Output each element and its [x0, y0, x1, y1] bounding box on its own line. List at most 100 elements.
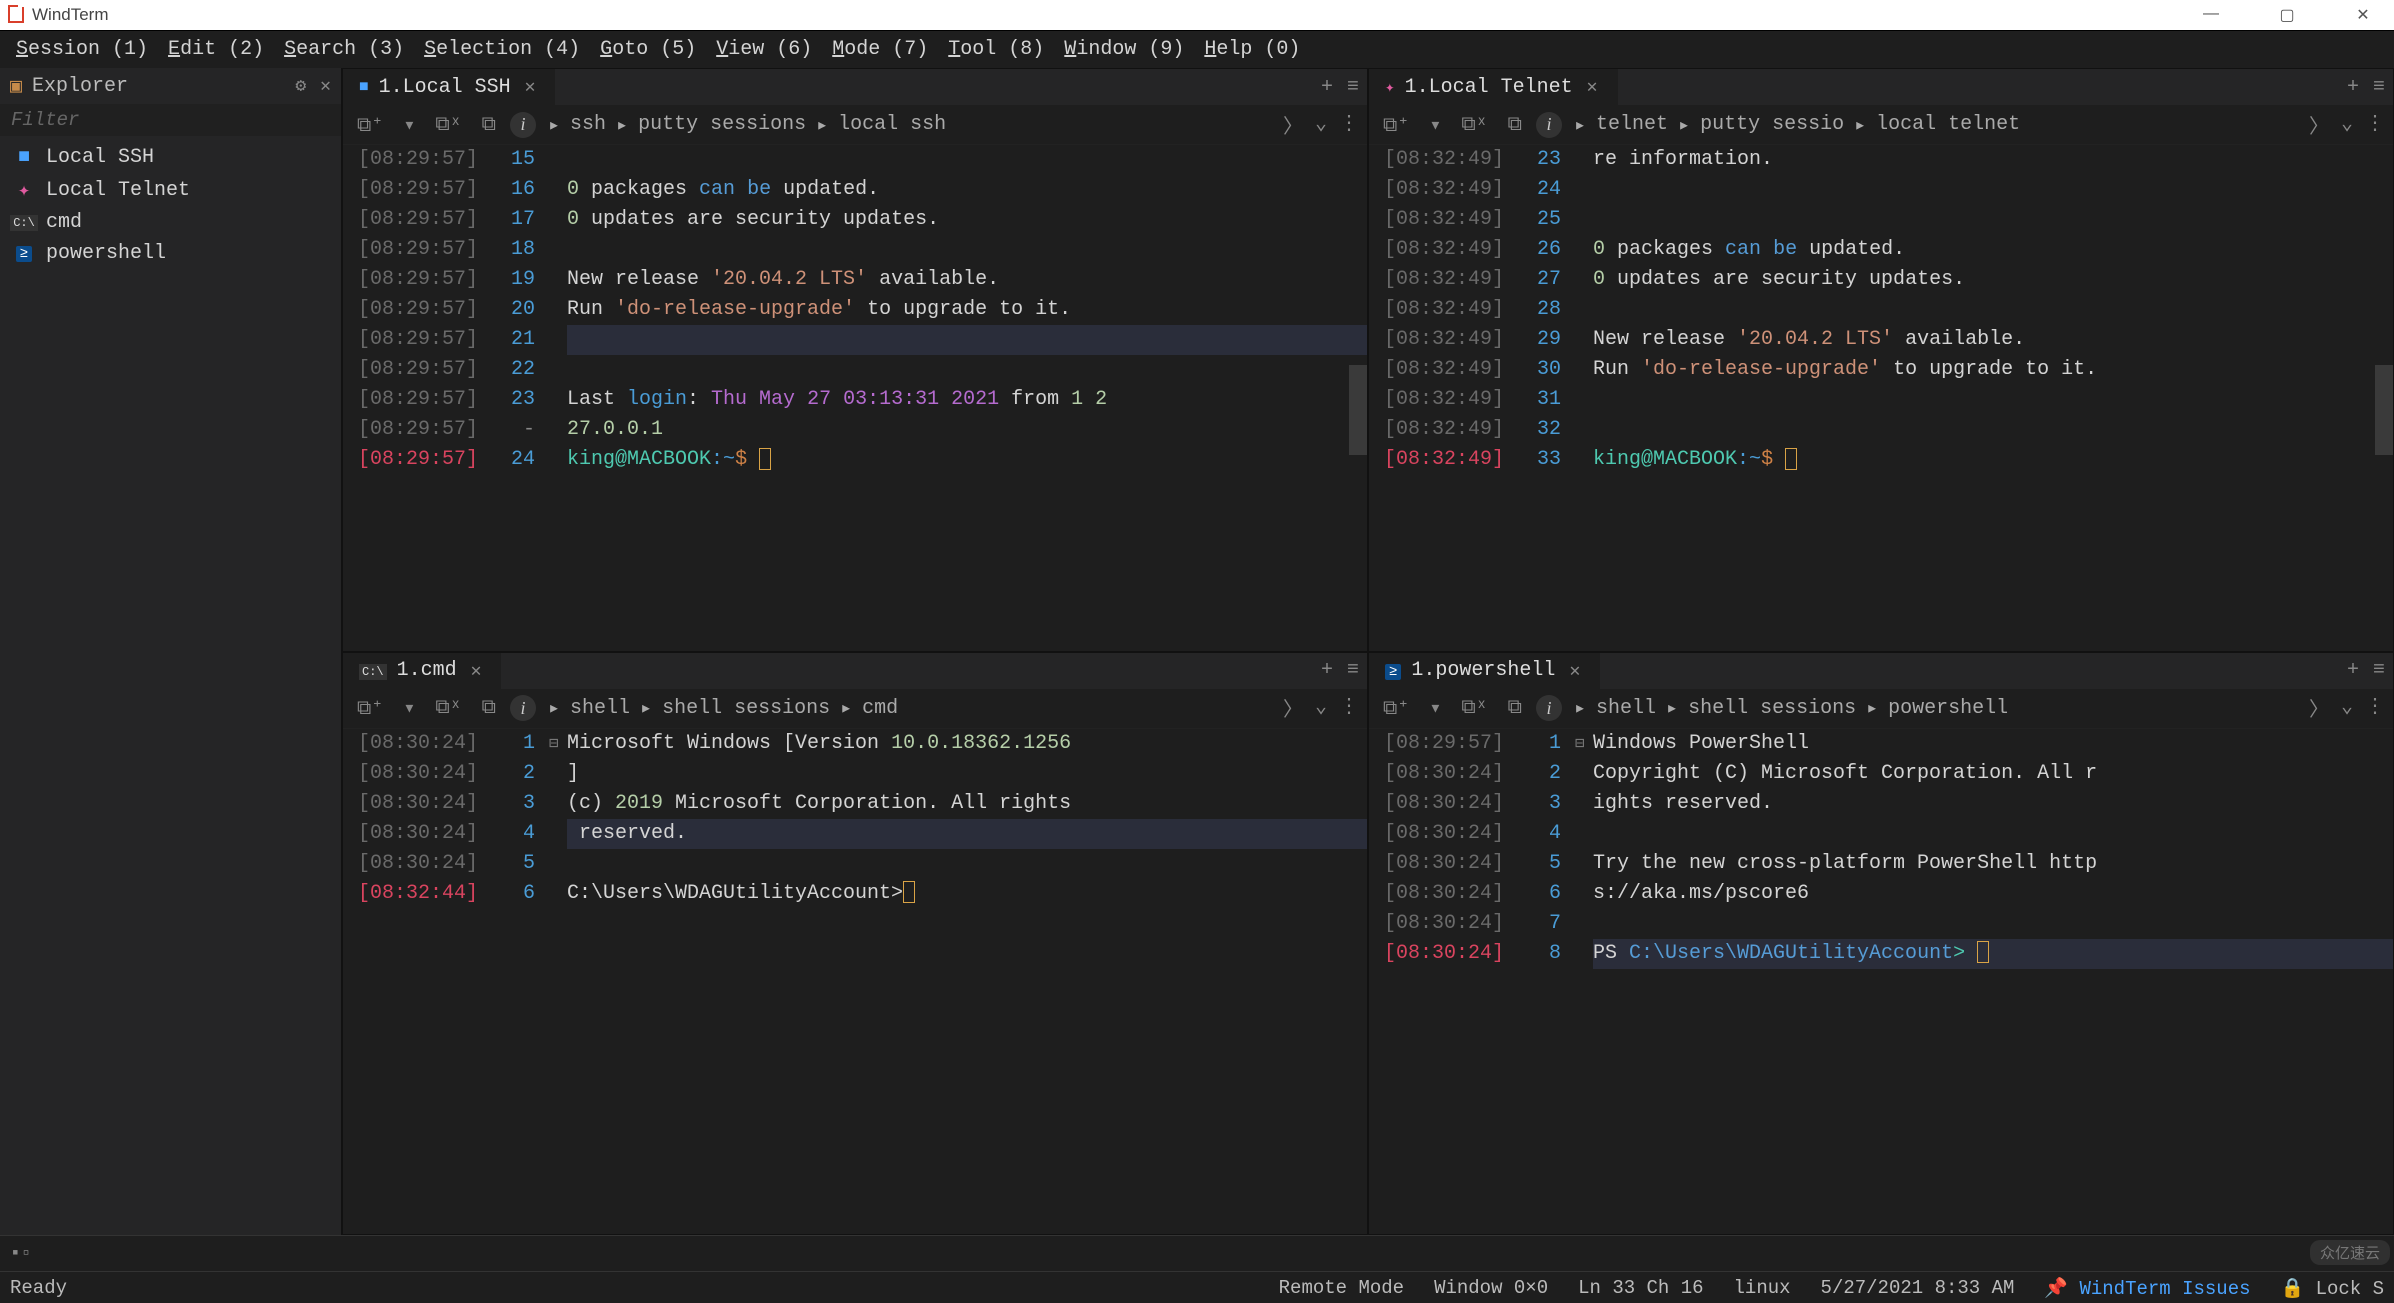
terminal-ssh[interactable]: [08:29:57]15[08:29:57]160 packages can b… [343, 145, 1367, 651]
info-icon[interactable]: i [1536, 695, 1562, 721]
tab-close-icon[interactable]: ✕ [467, 660, 486, 682]
tab-close-icon[interactable]: ✕ [1565, 660, 1584, 682]
menu-item-1[interactable]: Edit (2) [160, 34, 272, 65]
breadcrumb-item[interactable]: cmd [862, 697, 898, 720]
fold-icon[interactable]: ⊟ [549, 729, 567, 759]
menu-item-2[interactable]: Search (3) [276, 34, 412, 65]
tab-powershell[interactable]: ≥1.powershell✕ [1369, 653, 1600, 689]
explorer-settings-icon[interactable]: ⚙ [295, 75, 306, 97]
tab-add-icon[interactable]: + [1321, 659, 1333, 682]
fold-icon [1575, 909, 1593, 939]
info-icon[interactable]: i [510, 695, 536, 721]
new-tab-icon[interactable]: ⧉⁺ [1377, 112, 1415, 138]
nav-forward-icon[interactable]: 〉 [1283, 693, 1303, 723]
nav-dropdown-icon[interactable]: ⌄ [1315, 110, 1327, 140]
sidebar-toggle-icon[interactable]: ▪▫ [10, 1244, 32, 1264]
nav-dropdown-icon[interactable]: ⌄ [2341, 693, 2353, 723]
tab-ssh[interactable]: ■1.Local SSH✕ [343, 69, 555, 105]
tab-add-icon[interactable]: + [2347, 76, 2359, 99]
breadcrumb-item[interactable]: shell sessions [662, 697, 830, 720]
breadcrumb-item[interactable]: putty sessions [638, 113, 806, 136]
info-icon[interactable]: i [1536, 112, 1562, 138]
close-tab-icon[interactable]: ⧉ˣ [429, 696, 467, 720]
fold-icon[interactable]: ⊟ [1575, 729, 1593, 759]
close-button[interactable]: ✕ [2340, 5, 2386, 25]
dup-tab-icon[interactable]: ⧉ [1502, 696, 1528, 720]
breadcrumb-item[interactable]: powershell [1888, 697, 2008, 720]
more-icon[interactable]: ⋮ [1339, 110, 1359, 140]
dropdown-icon[interactable]: ▾ [397, 695, 421, 721]
tab-menu-icon[interactable]: ≡ [2373, 659, 2385, 682]
dup-tab-icon[interactable]: ⧉ [1502, 113, 1528, 137]
breadcrumb-item[interactable]: local ssh [838, 113, 946, 136]
explorer-filter-input[interactable]: Filter [0, 104, 341, 136]
dup-tab-icon[interactable]: ⧉ [476, 696, 502, 720]
nav-forward-icon[interactable]: 〉 [2309, 110, 2329, 140]
dropdown-icon[interactable]: ▾ [1423, 695, 1447, 721]
breadcrumb-item[interactable]: telnet [1596, 113, 1668, 136]
breadcrumb[interactable]: ▸shell▸shell sessions▸powershell [1570, 695, 2301, 721]
breadcrumb-item[interactable]: putty sessio [1700, 113, 1844, 136]
terminal-telnet[interactable]: [08:32:49]23re information.[08:32:49]24[… [1369, 145, 2393, 651]
more-icon[interactable]: ⋮ [1339, 693, 1359, 723]
nav-dropdown-icon[interactable]: ⌄ [2341, 110, 2353, 140]
menu-item-3[interactable]: Selection (4) [416, 34, 588, 65]
terminal-powershell[interactable]: [08:29:57]1⊟Windows PowerShell[08:30:24]… [1369, 729, 2393, 1235]
more-icon[interactable]: ⋮ [2365, 693, 2385, 723]
breadcrumb-item[interactable]: ssh [570, 113, 606, 136]
tab-menu-icon[interactable]: ≡ [1347, 76, 1359, 99]
explorer-item-pwsh[interactable]: ≥powershell [0, 238, 341, 269]
menu-item-7[interactable]: Tool (8) [940, 34, 1052, 65]
menu-item-4[interactable]: Goto (5) [592, 34, 704, 65]
cmd-tab-icon: C:\ [359, 662, 387, 680]
tab-add-icon[interactable]: + [2347, 659, 2359, 682]
dropdown-icon[interactable]: ▾ [1423, 112, 1447, 138]
menu-item-5[interactable]: View (6) [708, 34, 820, 65]
nav-forward-icon[interactable]: 〉 [2309, 693, 2329, 723]
tab-close-icon[interactable]: ✕ [521, 76, 540, 98]
close-tab-icon[interactable]: ⧉ˣ [429, 113, 467, 137]
tab-telnet[interactable]: ✦1.Local Telnet✕ [1369, 69, 1618, 105]
info-icon[interactable]: i [510, 112, 536, 138]
maximize-button[interactable]: ▢ [2264, 5, 2310, 25]
menu-item-8[interactable]: Window (9) [1056, 34, 1192, 65]
line-number: 3 [493, 789, 549, 819]
tab-close-icon[interactable]: ✕ [1583, 76, 1602, 98]
breadcrumb-item[interactable]: local telnet [1876, 113, 2020, 136]
explorer-close-icon[interactable]: ✕ [320, 75, 331, 97]
dropdown-icon[interactable]: ▾ [397, 112, 421, 138]
breadcrumb-item[interactable]: shell [570, 697, 630, 720]
breadcrumb-item[interactable]: shell [1596, 697, 1656, 720]
breadcrumb[interactable]: ▸ssh▸putty sessions▸local ssh [544, 112, 1275, 138]
more-icon[interactable]: ⋮ [2365, 110, 2385, 140]
tab-cmd[interactable]: C:\1.cmd✕ [343, 653, 501, 689]
tab-menu-icon[interactable]: ≡ [2373, 76, 2385, 99]
tab-menu-icon[interactable]: ≡ [1347, 659, 1359, 682]
new-tab-icon[interactable]: ⧉⁺ [1377, 695, 1415, 721]
explorer-item-telnet[interactable]: ✦Local Telnet [0, 173, 341, 207]
close-tab-icon[interactable]: ⧉ˣ [1455, 113, 1493, 137]
timestamp: [08:32:49] [1369, 355, 1519, 385]
menu-item-6[interactable]: Mode (7) [824, 34, 936, 65]
new-tab-icon[interactable]: ⧉⁺ [351, 112, 389, 138]
terminal-cmd[interactable]: [08:30:24]1⊟Microsoft Windows [Version 1… [343, 729, 1367, 1235]
status-issues-link[interactable]: WindTerm Issues [2079, 1278, 2250, 1300]
nav-forward-icon[interactable]: 〉 [1283, 110, 1303, 140]
explorer-item-ssh[interactable]: ■Local SSH [0, 142, 341, 173]
breadcrumb[interactable]: ▸telnet▸putty sessio▸local telnet [1570, 112, 2301, 138]
fold-icon [549, 175, 567, 205]
close-tab-icon[interactable]: ⧉ˣ [1455, 696, 1493, 720]
new-tab-icon[interactable]: ⧉⁺ [351, 695, 389, 721]
scrollbar[interactable] [2375, 365, 2393, 455]
dup-tab-icon[interactable]: ⧉ [476, 113, 502, 137]
tab-add-icon[interactable]: + [1321, 76, 1333, 99]
cursor [903, 881, 915, 903]
minimize-button[interactable]: — [2188, 5, 2234, 25]
nav-dropdown-icon[interactable]: ⌄ [1315, 693, 1327, 723]
explorer-item-cmd[interactable]: C:\cmd [0, 207, 341, 238]
scrollbar[interactable] [1349, 365, 1367, 455]
breadcrumb[interactable]: ▸shell▸shell sessions▸cmd [544, 695, 1275, 721]
breadcrumb-item[interactable]: shell sessions [1688, 697, 1856, 720]
menu-item-9[interactable]: Help (0) [1196, 34, 1308, 65]
menu-item-0[interactable]: Session (1) [8, 34, 156, 65]
